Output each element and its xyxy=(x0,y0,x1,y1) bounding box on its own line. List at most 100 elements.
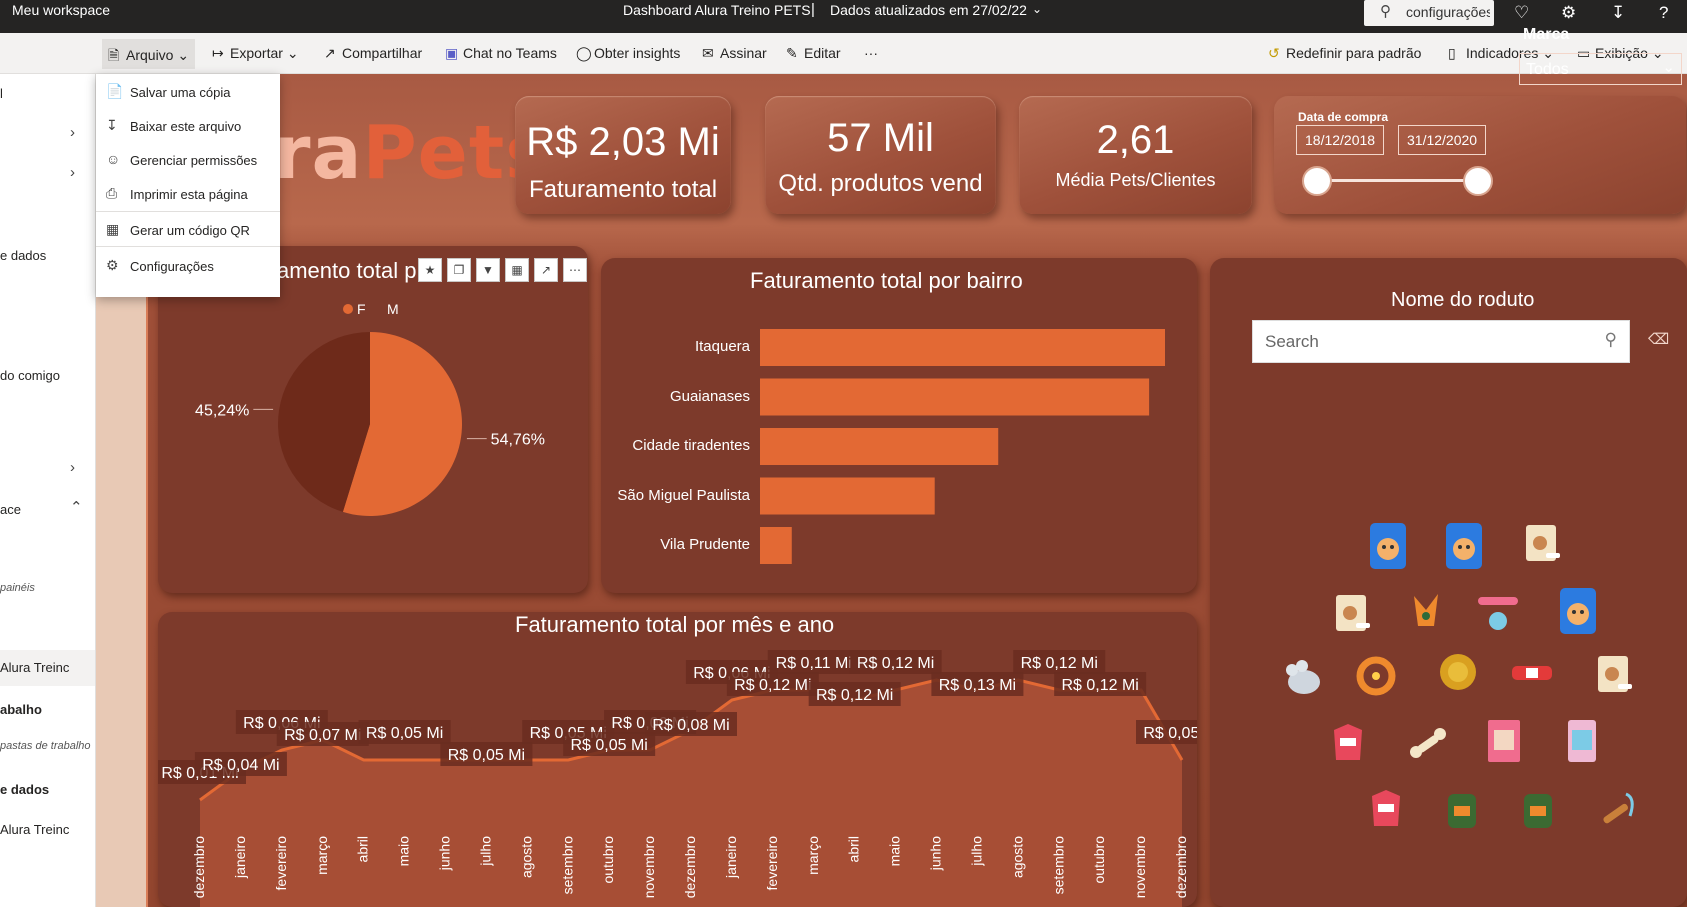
menu-item-save-copy[interactable]: 📄 Salvar uma cópia xyxy=(96,74,280,108)
spotlight-icon[interactable]: ▦ xyxy=(505,258,529,282)
focus-mode-icon[interactable]: ↗ xyxy=(534,258,558,282)
treat-bag-icon[interactable] xyxy=(1592,652,1636,702)
x-tick-label: janeiro xyxy=(232,836,248,879)
legend-label[interactable]: F xyxy=(357,301,366,317)
x-tick-label: março xyxy=(314,836,330,875)
bar[interactable] xyxy=(760,428,999,465)
nav-item[interactable]: l xyxy=(0,86,3,101)
chevron-right-icon[interactable]: › xyxy=(70,459,75,476)
kpi-label: Média Pets/Clientes xyxy=(1055,170,1216,190)
more-options-icon[interactable]: ⋯ xyxy=(563,258,587,282)
backpack-icon[interactable] xyxy=(1440,786,1484,836)
exportar-button[interactable]: ↦ Exportar ⌄ xyxy=(212,45,299,62)
pin-icon[interactable]: ★ xyxy=(418,258,442,282)
copy-icon[interactable]: ❐ xyxy=(447,258,471,282)
compartilhar-button[interactable]: ↗ Compartilhar xyxy=(324,45,422,62)
date-slider-end-handle[interactable] xyxy=(1463,166,1493,196)
nav-item[interactable]: ace xyxy=(0,502,21,517)
nav-item[interactable]: do comigo xyxy=(0,368,60,383)
product-search-input[interactable]: Search ⚲ xyxy=(1252,320,1630,363)
marca-dropdown[interactable]: Todos ⌄ xyxy=(1519,53,1682,85)
collar-icon[interactable] xyxy=(1354,652,1398,702)
more-options-button[interactable]: ··· xyxy=(864,45,878,61)
x-tick-label: maio xyxy=(396,836,412,867)
kpi-card[interactable]: 2,61 Média Pets/Clientes xyxy=(1019,96,1252,214)
nav-item[interactable]: painéis xyxy=(0,582,35,594)
chevron-up-icon[interactable]: ⌃ xyxy=(70,498,83,516)
ball-toy-icon[interactable] xyxy=(1436,648,1480,698)
bar[interactable] xyxy=(760,329,1165,366)
global-search-input[interactable]: ⚲ configurações xyxy=(1364,0,1494,26)
pet-clothes-icon[interactable] xyxy=(1364,786,1408,836)
dog-toy-icon[interactable] xyxy=(1404,586,1448,636)
date-start-input[interactable]: 18/12/2018 xyxy=(1296,125,1384,155)
data-updated-label[interactable]: Dados atualizados em 27/02/22 xyxy=(830,2,1027,18)
arquivo-button[interactable]: 🗎 Arquivo ⌄ xyxy=(102,39,196,69)
marca-filter-label: Marca xyxy=(1523,26,1570,43)
download-icon[interactable]: ↧ xyxy=(1611,3,1625,23)
insights-button[interactable]: ◯ Obter insights xyxy=(576,45,680,62)
dog-food-bag-icon[interactable] xyxy=(1556,586,1600,636)
menu-item-permissions[interactable]: ☺ Gerenciar permissões xyxy=(96,142,280,176)
editar-button[interactable]: ✎ Editar xyxy=(786,45,841,62)
brush-icon[interactable] xyxy=(1596,786,1640,836)
treat-package-icon[interactable] xyxy=(1482,716,1526,766)
red-collar-icon[interactable] xyxy=(1510,652,1554,702)
bar-category-label: Cidade tiradentes xyxy=(632,437,750,454)
menu-item-print[interactable]: ⎙ Imprimir esta página xyxy=(96,176,280,210)
eraser-icon[interactable]: ⌫ xyxy=(1648,330,1669,348)
chevron-right-icon[interactable]: › xyxy=(70,124,75,141)
filter-icon[interactable]: ▼ xyxy=(476,258,500,282)
menu-item-settings[interactable]: ⚙ Configurações xyxy=(96,248,280,282)
date-slider-start-handle[interactable] xyxy=(1302,166,1332,196)
teams-chat-button[interactable]: ▣ Chat no Teams xyxy=(445,45,557,62)
menu-item-download[interactable]: ↧ Baixar este arquivo xyxy=(96,108,280,142)
reset-default-button[interactable]: ↺ Redefinir para padrão xyxy=(1268,45,1421,62)
search-icon: ⚲ xyxy=(1604,330,1617,349)
left-navigation: l › › e dados do comigo › ace ⌃ painéis … xyxy=(0,74,96,907)
chevron-right-icon[interactable]: › xyxy=(70,164,75,181)
nav-item-selected[interactable]: Alura Treinc xyxy=(0,650,95,686)
backpack-icon[interactable] xyxy=(1516,786,1560,836)
bar-chart xyxy=(760,329,1165,564)
chevron-down-icon[interactable]: ⌄ xyxy=(1032,2,1042,16)
global-search-value: configurações xyxy=(1406,4,1490,20)
pet-tag-icon[interactable] xyxy=(1476,591,1520,641)
bar[interactable] xyxy=(760,477,935,515)
treat-bag-icon[interactable] xyxy=(1520,521,1564,571)
nav-item[interactable]: abalho xyxy=(0,702,42,717)
bar[interactable] xyxy=(760,527,792,564)
date-slider-track[interactable] xyxy=(1316,179,1480,182)
help-icon[interactable]: ? xyxy=(1659,3,1668,23)
menu-divider xyxy=(96,246,280,247)
dog-food-bag-icon[interactable] xyxy=(1366,521,1410,571)
bell-icon[interactable]: ♡ xyxy=(1514,3,1529,23)
kpi-label: Faturamento total xyxy=(528,176,718,203)
data-label: R$ 0,08 Mi xyxy=(652,717,729,734)
pet-clothes-icon[interactable] xyxy=(1326,720,1370,770)
menu-item-label: Imprimir esta página xyxy=(130,187,248,202)
menu-item-qr-code[interactable]: ▦ Gerar um código QR xyxy=(96,212,280,246)
mouse-toy-icon[interactable] xyxy=(1280,652,1324,702)
nav-item[interactable]: pastas de trabalho xyxy=(0,740,91,752)
nav-item[interactable]: Alura Treinc xyxy=(0,822,69,837)
workspace-link[interactable]: Meu workspace xyxy=(12,2,110,18)
kpi-card[interactable]: 57 Mil Qtd. produtos vend xyxy=(765,96,996,214)
area-chart-title: Faturamento total por mês e ano xyxy=(515,612,835,637)
nav-item[interactable]: e dados xyxy=(0,248,46,263)
bone-icon[interactable] xyxy=(1406,720,1450,770)
pencil-icon: ✎ xyxy=(786,45,798,61)
dog-food-bag-icon[interactable] xyxy=(1442,521,1486,571)
date-end-input[interactable]: 31/12/2020 xyxy=(1398,125,1486,155)
bar[interactable] xyxy=(760,378,1150,416)
legend-label[interactable]: M xyxy=(387,301,399,317)
x-tick-label: outubro xyxy=(600,836,616,884)
gear-icon[interactable]: ⚙ xyxy=(1561,3,1576,23)
assinar-label: Assinar xyxy=(720,45,767,61)
kpi-card[interactable]: R$ 2,03 Mi Faturamento total xyxy=(515,96,731,214)
assinar-button[interactable]: ✉ Assinar xyxy=(702,45,767,62)
pet-food-can-icon[interactable] xyxy=(1560,716,1604,766)
nav-item[interactable]: e dados xyxy=(0,782,49,797)
product-slicer-title: Nome do roduto xyxy=(1391,289,1535,311)
treat-bag-icon[interactable] xyxy=(1330,591,1374,641)
